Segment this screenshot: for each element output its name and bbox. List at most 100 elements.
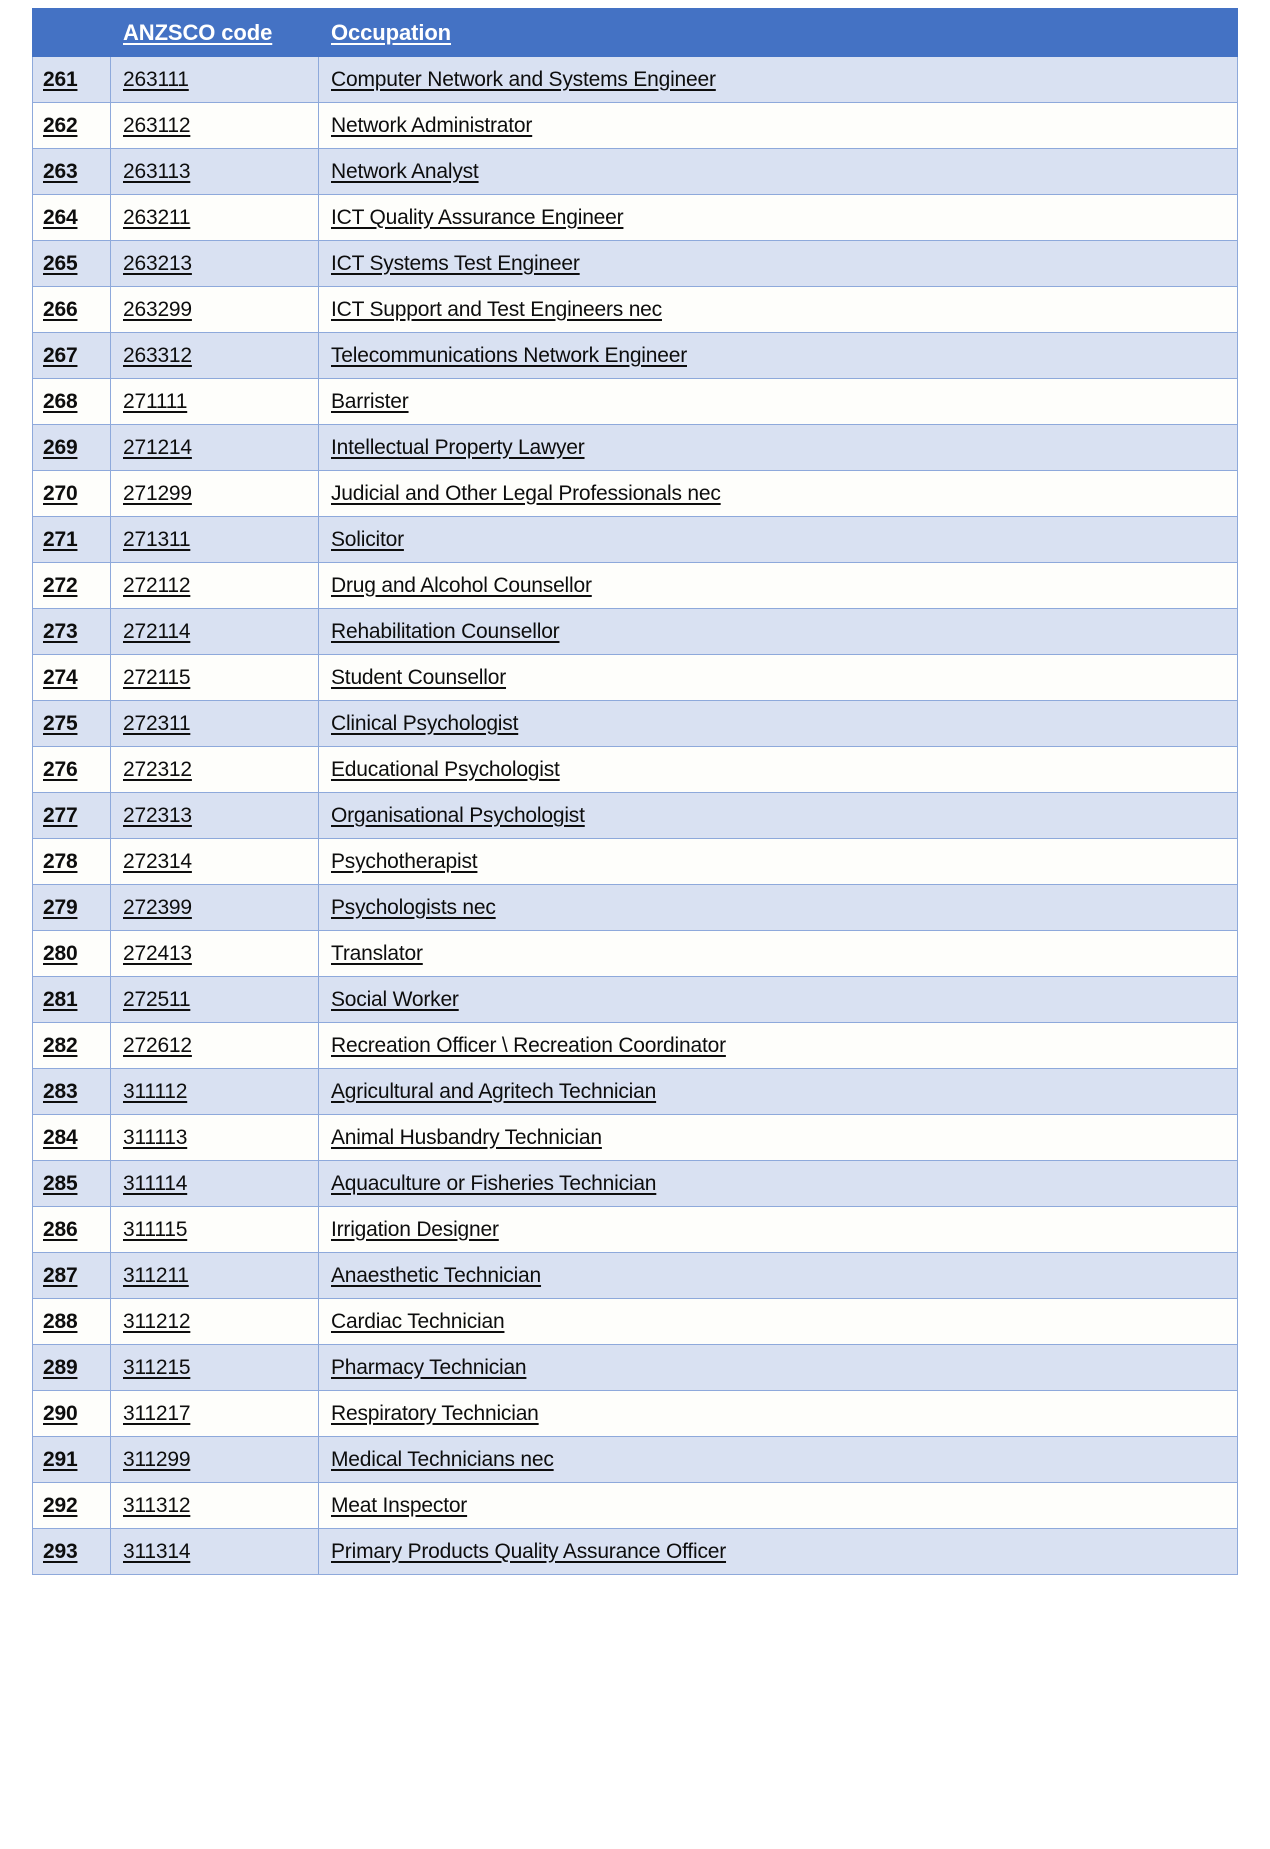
occupation-label: Computer Network and Systems Engineer [331,67,716,91]
cell-occupation: ICT Support and Test Engineers nec [318,286,1238,333]
anzsco-code-label: 272114 [123,619,191,643]
cell-occupation: Barrister [318,378,1238,425]
cell-row-number: 290 [32,1390,111,1437]
anzsco-code-label: 272399 [123,895,192,919]
cell-occupation: Judicial and Other Legal Professionals n… [318,470,1238,517]
cell-row-number: 289 [32,1344,111,1391]
cell-row-number: 284 [32,1114,111,1161]
table-row: 278 272314 Psychotherapist [32,838,1238,885]
occupation-label: Drug and Alcohol Counsellor [331,573,592,597]
cell-row-number: 273 [32,608,111,655]
table-row: 273 272114 Rehabilitation Counsellor [32,608,1238,655]
cell-anzsco-code: 311215 [110,1344,319,1391]
occupation-label: Student Counsellor [331,665,507,689]
table-row: 287 311211 Anaesthetic Technician [32,1252,1238,1299]
cell-row-number: 261 [32,56,111,103]
table-row: 276 272312 Educational Psychologist [32,746,1238,793]
anzsco-code-label: 311212 [123,1309,191,1333]
cell-row-number: 287 [32,1252,111,1299]
row-number-label: 283 [43,1079,78,1103]
anzsco-code-label: 311314 [123,1539,191,1563]
occupation-label: Respiratory Technician [331,1401,539,1425]
cell-anzsco-code: 263213 [110,240,319,287]
anzsco-code-label: 271214 [123,435,192,459]
anzsco-code-label: 311217 [123,1401,191,1425]
cell-occupation: Social Worker [318,976,1238,1023]
anzsco-code-label: 311112 [123,1079,188,1103]
table-row: 265 263213 ICT Systems Test Engineer [32,240,1238,287]
row-number-label: 273 [43,619,78,643]
cell-occupation: Organisational Psychologist [318,792,1238,839]
row-number-label: 282 [43,1033,78,1057]
cell-occupation: Medical Technicians nec [318,1436,1238,1483]
table-row: 285 311114 Aquaculture or Fisheries Techni… [32,1160,1238,1207]
table-header-row: ANZSCO code Occupation [32,8,1238,57]
anzsco-code-label: 271311 [123,527,191,551]
occupation-label: Social Worker [331,987,459,1011]
row-number-label: 285 [43,1171,78,1195]
anzsco-code-label: 272612 [123,1033,192,1057]
anzsco-code-label: 272413 [123,941,192,965]
cell-occupation: Solicitor [318,516,1238,563]
anzsco-code-label: 272314 [123,849,192,873]
cell-occupation: Network Administrator [318,102,1238,149]
row-number-label: 293 [43,1539,78,1563]
anzsco-code-label: 263312 [123,343,192,367]
occupation-label: Cardiac Technician [331,1309,505,1333]
table-row: 286 311115 Irrigation Designer [32,1206,1238,1253]
occupation-label: ICT Systems Test Engineer [331,251,580,275]
occupation-label: Meat Inspector [331,1493,468,1517]
occupation-label: Irrigation Designer [331,1217,499,1241]
occupation-table: ANZSCO code Occupation 261 263111 Computer… [32,8,1238,1575]
row-number-label: 290 [43,1401,78,1425]
anzsco-code-label: 263211 [123,205,191,229]
cell-row-number: 266 [32,286,111,333]
cell-anzsco-code: 271299 [110,470,319,517]
occupation-label: Clinical Psychologist [331,711,519,735]
table-row: 269 271214 Intellectual Property Lawyer [32,424,1238,471]
column-header-occupation-label: Occupation [331,19,452,45]
cell-row-number: 265 [32,240,111,287]
table-row: 282 272612 Recreation Officer \ Recreation… [32,1022,1238,1069]
table-row: 291 311299 Medical Technicians nec [32,1436,1238,1483]
cell-occupation: Aquaculture or Fisheries Technician [318,1160,1238,1207]
cell-row-number: 267 [32,332,111,379]
column-header-index [32,8,111,57]
occupation-label: Agricultural and Agritech Technician [331,1079,657,1103]
cell-occupation: Agricultural and Agritech Technician [318,1068,1238,1115]
cell-occupation: Clinical Psychologist [318,700,1238,747]
anzsco-code-label: 311312 [123,1493,191,1517]
cell-occupation: Recreation Officer \ Recreation Coordina… [318,1022,1238,1069]
cell-anzsco-code: 263112 [110,102,319,149]
table-row: 277 272313 Organisational Psychologist [32,792,1238,839]
cell-occupation: Educational Psychologist [318,746,1238,793]
cell-occupation: Network Analyst [318,148,1238,195]
cell-anzsco-code: 311299 [110,1436,319,1483]
cell-anzsco-code: 311112 [110,1068,319,1115]
table-row: 261 263111 Computer Network and Systems En… [32,56,1238,103]
cell-anzsco-code: 272511 [110,976,319,1023]
cell-row-number: 293 [32,1528,111,1575]
cell-occupation: Translator [318,930,1238,977]
cell-anzsco-code: 272312 [110,746,319,793]
occupation-label: Solicitor [331,527,404,551]
anzsco-code-label: 263299 [123,297,192,321]
anzsco-code-label: 263111 [123,67,189,91]
row-number-label: 277 [43,803,78,827]
cell-row-number: 279 [32,884,111,931]
row-number-label: 288 [43,1309,78,1333]
occupation-label: Pharmacy Technician [331,1355,527,1379]
cell-anzsco-code: 311212 [110,1298,319,1345]
anzsco-code-label: 263112 [123,113,191,137]
cell-anzsco-code: 272314 [110,838,319,885]
cell-occupation: Intellectual Property Lawyer [318,424,1238,471]
cell-anzsco-code: 272612 [110,1022,319,1069]
cell-anzsco-code: 272112 [110,562,319,609]
cell-row-number: 271 [32,516,111,563]
cell-anzsco-code: 272311 [110,700,319,747]
row-number-label: 275 [43,711,78,735]
row-number-label: 286 [43,1217,78,1241]
cell-occupation: Psychotherapist [318,838,1238,885]
table-row: 266 263299 ICT Support and Test Engineers … [32,286,1238,333]
cell-anzsco-code: 263113 [110,148,319,195]
